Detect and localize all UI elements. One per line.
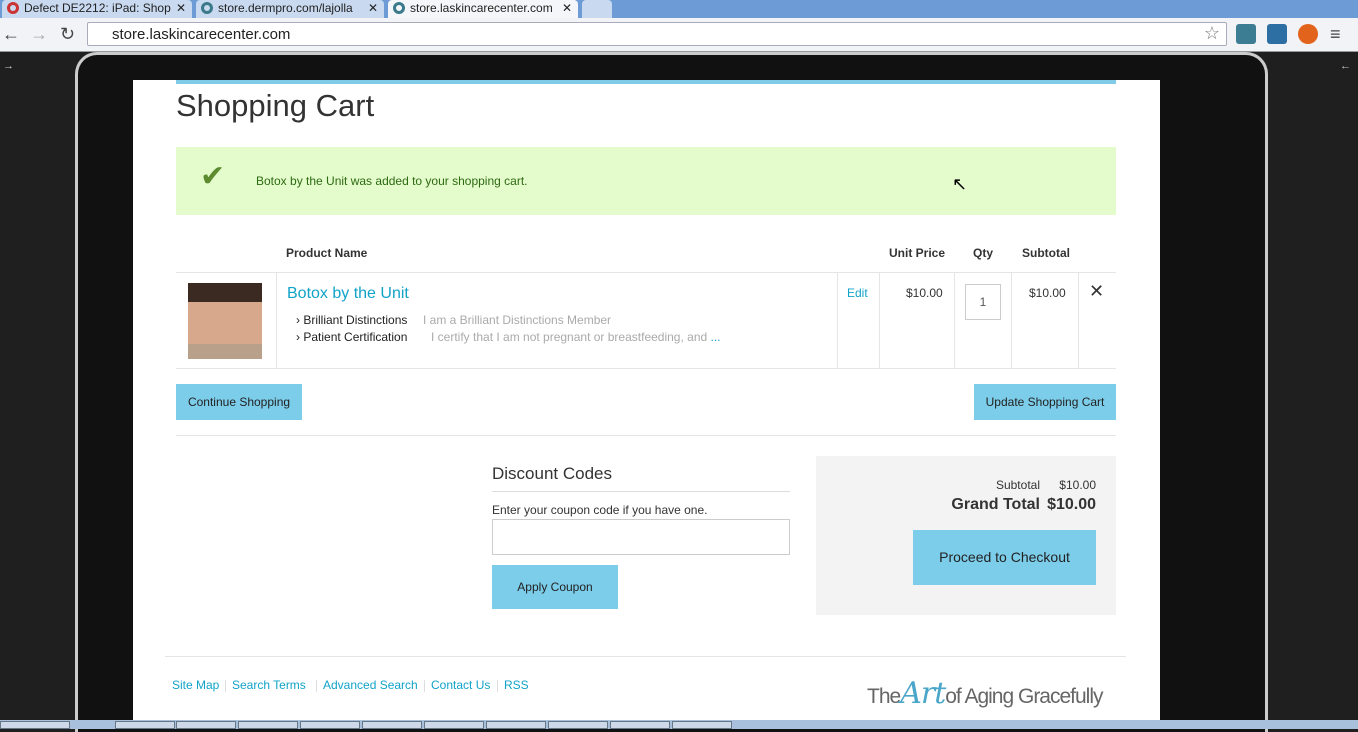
success-message: ✔ Botox by the Unit was added to your sho… xyxy=(176,147,1116,215)
favicon-icon xyxy=(7,2,19,14)
apply-coupon-button[interactable]: Apply Coupon xyxy=(492,565,618,609)
browser-tab[interactable]: store.dermpro.com/lajolla ✕ xyxy=(196,0,384,18)
unit-price: $10.00 xyxy=(906,286,943,300)
taskbar-item[interactable] xyxy=(610,721,670,729)
divider xyxy=(176,435,1116,436)
discount-title: Discount Codes xyxy=(492,464,790,492)
taskbar-item[interactable] xyxy=(362,721,422,729)
footer-link-contact-us[interactable]: Contact Us xyxy=(431,678,490,692)
url-text: store.laskincarecenter.com xyxy=(112,26,291,43)
menu-icon[interactable]: ≡ xyxy=(1330,24,1341,45)
arrow-icon: → xyxy=(3,60,14,72)
checkmark-icon: ✔ xyxy=(200,160,226,193)
qty-input[interactable]: 1 xyxy=(965,284,1001,320)
continue-shopping-button[interactable]: Continue Shopping xyxy=(176,384,302,420)
browser-tab[interactable]: Defect DE2212: iPad: Shop ✕ xyxy=(2,0,192,18)
extension-icon[interactable] xyxy=(1236,24,1256,44)
tab-strip: Defect DE2212: iPad: Shop ✕ store.dermpro… xyxy=(0,0,1358,18)
taskbar xyxy=(0,720,1358,729)
footer-link-rss[interactable]: RSS xyxy=(504,678,529,692)
coupon-input[interactable] xyxy=(492,519,790,555)
taskbar-item[interactable] xyxy=(548,721,608,729)
taskbar-item[interactable] xyxy=(238,721,298,729)
start-button[interactable] xyxy=(0,721,70,729)
close-tab-icon[interactable]: ✕ xyxy=(176,1,186,15)
back-icon[interactable]: ← xyxy=(2,24,20,45)
totals-box: Subtotal $10.00 Grand Total $10.00 Proce… xyxy=(816,456,1116,615)
header-unit-price: Unit Price xyxy=(889,246,946,260)
extension-icon[interactable] xyxy=(1267,24,1287,44)
subtotal: $10.00 xyxy=(1029,286,1066,300)
web-page: Shopping Cart ✔ Botox by the Unit was add… xyxy=(133,80,1160,720)
bookmark-star-icon[interactable]: ☆ xyxy=(1204,23,1220,44)
option-label: › Brilliant Distinctions xyxy=(296,313,408,327)
header-subtotal: Subtotal xyxy=(1022,246,1070,260)
taskbar-item[interactable] xyxy=(486,721,546,729)
subtotal-value: $10.00 xyxy=(1059,478,1096,492)
taskbar-item[interactable] xyxy=(424,721,484,729)
address-bar[interactable]: store.laskincarecenter.com ☆ xyxy=(87,22,1227,46)
forward-icon[interactable]: → xyxy=(30,24,48,45)
subtotal-label: Subtotal xyxy=(995,478,1040,492)
header-qty: Qty xyxy=(973,246,994,260)
table-row: Botox by the Unit › Brilliant Distinctio… xyxy=(176,272,1116,369)
site-logo: TheArtof Aging Gracefully xyxy=(867,676,1104,711)
taskbar-item[interactable] xyxy=(176,721,236,729)
close-tab-icon[interactable]: ✕ xyxy=(368,1,378,15)
favicon-icon xyxy=(393,2,405,14)
footer-link-search-terms[interactable]: Search Terms xyxy=(232,678,306,692)
tab-title: store.laskincarecenter.com xyxy=(410,1,553,15)
logo-art: Art xyxy=(900,676,946,711)
grand-total-value: $10.00 xyxy=(1047,496,1096,513)
update-cart-button[interactable]: Update Shopping Cart xyxy=(974,384,1116,420)
grand-total-label: Grand Total xyxy=(951,496,1040,513)
page-title: Shopping Cart xyxy=(176,88,375,123)
reload-icon[interactable]: ↻ xyxy=(60,24,75,45)
checkout-button[interactable]: Proceed to Checkout xyxy=(913,530,1096,585)
option-value: I certify that I am not pregnant or brea… xyxy=(431,330,721,344)
message-text: Botox by the Unit was added to your shop… xyxy=(256,174,528,188)
footer-link-advanced-search[interactable]: Advanced Search xyxy=(323,678,418,692)
coupon-label: Enter your coupon code if you have one. xyxy=(492,503,708,517)
taskbar-item[interactable] xyxy=(115,721,175,729)
taskbar-item[interactable] xyxy=(300,721,360,729)
browser-tab-active[interactable]: store.laskincarecenter.com ✕ xyxy=(388,0,578,18)
extension-icon[interactable] xyxy=(1298,24,1318,44)
footer-link-site-map[interactable]: Site Map xyxy=(172,678,219,692)
divider xyxy=(165,656,1126,657)
option-label-text: Brilliant Distinctions xyxy=(303,313,408,327)
close-tab-icon[interactable]: ✕ xyxy=(562,1,572,15)
logo-text: of Aging Gracefully xyxy=(945,685,1103,708)
option-value-text: I certify that I am not pregnant or brea… xyxy=(431,330,708,344)
arrow-icon: ← xyxy=(1340,60,1351,72)
tab-title: store.dermpro.com/lajolla xyxy=(218,1,353,15)
more-link[interactable]: ... xyxy=(711,330,721,344)
top-accent-bar xyxy=(176,80,1116,84)
option-label: › Patient Certification xyxy=(296,330,408,344)
remove-item-icon[interactable]: ✕ xyxy=(1089,281,1104,302)
mouse-cursor-icon: ↖ xyxy=(952,174,968,194)
toolbar: ← → ↻ store.laskincarecenter.com ☆ ≡ xyxy=(0,18,1358,52)
taskbar-item[interactable] xyxy=(672,721,732,729)
product-image[interactable] xyxy=(188,283,262,359)
product-name-link[interactable]: Botox by the Unit xyxy=(287,285,409,303)
tab-title: Defect DE2212: iPad: Shop xyxy=(24,1,171,15)
option-label-text: Patient Certification xyxy=(303,330,408,344)
option-value: I am a Brilliant Distinctions Member xyxy=(423,313,612,327)
header-product: Product Name xyxy=(286,246,368,260)
new-tab-button[interactable] xyxy=(582,0,612,18)
edit-link[interactable]: Edit xyxy=(847,286,868,300)
favicon-icon xyxy=(201,2,213,14)
logo-text: The xyxy=(867,685,901,708)
